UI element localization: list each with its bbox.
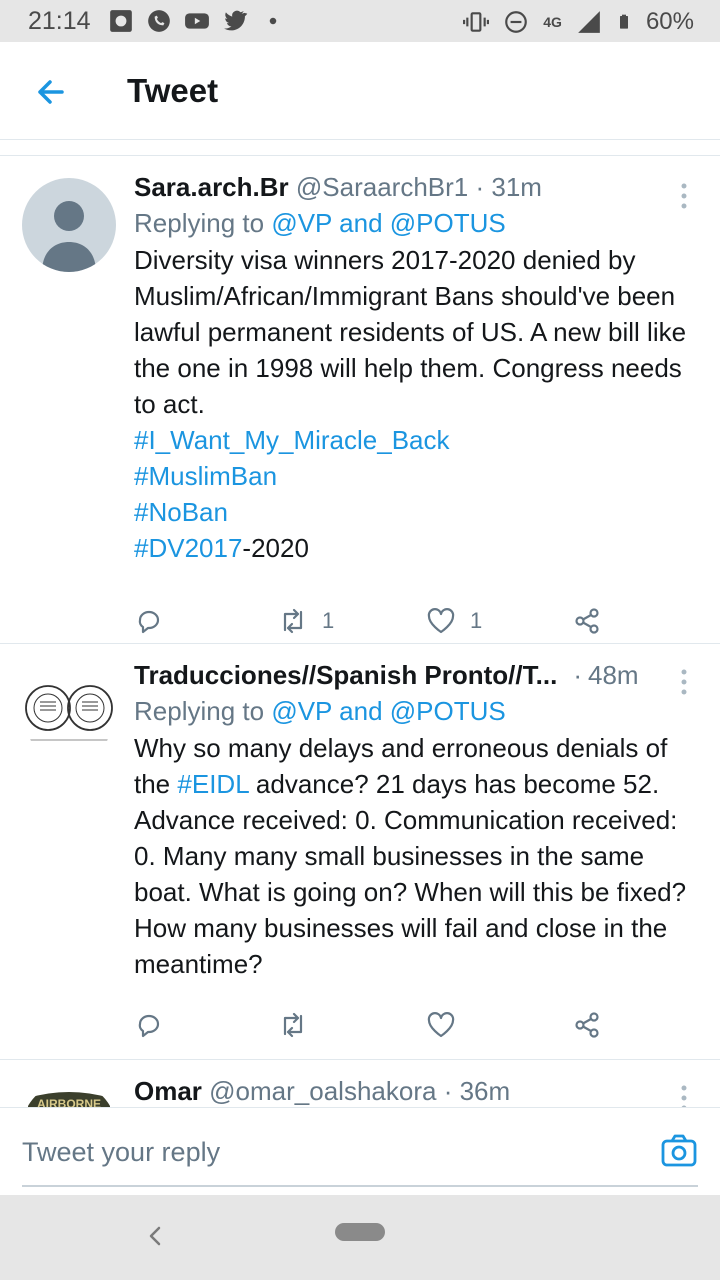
more-options-icon[interactable] bbox=[672, 178, 696, 214]
reply-underline bbox=[22, 1185, 698, 1187]
feed-spacer bbox=[0, 140, 720, 156]
replying-and: and bbox=[339, 696, 383, 726]
author-name[interactable]: Omar bbox=[134, 1076, 202, 1106]
reply-composer bbox=[0, 1107, 720, 1195]
hashtag-link[interactable]: #MuslimBan bbox=[134, 461, 277, 491]
more-options-icon[interactable] bbox=[672, 1080, 696, 1107]
nav-back-chevron-icon[interactable] bbox=[140, 1221, 170, 1251]
avatar[interactable]: AIRBORNE bbox=[22, 1082, 116, 1107]
retweet-button[interactable] bbox=[278, 1010, 322, 1040]
system-icons: 4G 60% bbox=[463, 8, 694, 36]
meta-separator: · bbox=[443, 1076, 453, 1106]
author-handle[interactable]: @SaraarchBr1 bbox=[296, 172, 468, 202]
tweet-body: Diversity visa winners 2017-2020 denied … bbox=[134, 242, 700, 566]
tweet-time: 31m bbox=[491, 172, 542, 202]
replying-prefix: Replying to bbox=[134, 208, 265, 238]
like-button[interactable]: 1 bbox=[426, 606, 482, 636]
airborne-patch-text: AIRBORNE bbox=[37, 1097, 101, 1107]
share-icon bbox=[575, 608, 599, 634]
battery-icon bbox=[619, 14, 628, 29]
more-options-icon[interactable] bbox=[672, 664, 696, 700]
replying-to: Replying to @VP and @POTUS bbox=[134, 692, 700, 730]
avatar[interactable] bbox=[22, 666, 116, 760]
tweet-actions: 1 1 bbox=[134, 606, 700, 646]
back-arrow-icon[interactable] bbox=[28, 70, 72, 114]
heart-icon bbox=[427, 608, 455, 634]
retweet-button[interactable]: 1 bbox=[278, 606, 334, 636]
tweet-actions bbox=[134, 1010, 700, 1050]
retweet-icon bbox=[283, 608, 303, 634]
heart-icon bbox=[427, 1012, 455, 1038]
hashtag-suffix: -2020 bbox=[242, 533, 309, 563]
battery-percent: 60% bbox=[645, 8, 694, 35]
meta-separator: · bbox=[573, 660, 582, 690]
replying-to: Replying to @VP and @POTUS bbox=[134, 204, 700, 242]
tweet-item[interactable]: Sara.arch.Br @SaraarchBr1 · 31m Replying… bbox=[0, 156, 720, 644]
meta-separator: · bbox=[475, 172, 485, 202]
tweet-item[interactable]: AIRBORNE Omar @omar_oalshakora · 36m bbox=[0, 1060, 720, 1107]
hashtag-link[interactable]: #NoBan bbox=[134, 497, 228, 527]
twitter-bird-icon bbox=[223, 10, 248, 31]
default-avatar-icon bbox=[42, 201, 96, 272]
system-nav-bar bbox=[0, 1195, 720, 1280]
vibrate-icon bbox=[463, 12, 490, 32]
app-header: Tweet bbox=[0, 42, 720, 140]
tweet-text: Diversity visa winners 2017-2020 denied … bbox=[134, 245, 687, 419]
share-button[interactable] bbox=[572, 606, 602, 636]
whatsapp-icon bbox=[148, 10, 170, 32]
gallery-notification-icon bbox=[110, 10, 132, 32]
reply-feed[interactable]: Sara.arch.Br @SaraarchBr1 · 31m Replying… bbox=[0, 140, 720, 1107]
like-button[interactable] bbox=[426, 1010, 470, 1040]
hashtag-link[interactable]: #I_Want_My_Miracle_Back bbox=[134, 425, 450, 455]
retweet-count: 1 bbox=[322, 608, 335, 633]
status-bar: 21:14 4G 60% bbox=[0, 0, 720, 42]
reply-button[interactable] bbox=[134, 1010, 164, 1040]
tweet-text-after: advance? 21 days has become 52. Advance … bbox=[134, 769, 687, 979]
replying-prefix: Replying to bbox=[134, 696, 265, 726]
author-name[interactable]: Sara.arch.Br bbox=[134, 172, 289, 202]
tweet-meta: Traducciones//Spanish Pronto//T... · 48m bbox=[134, 658, 700, 692]
youtube-icon bbox=[185, 13, 209, 29]
author-name[interactable]: Traducciones//Spanish Pronto//T... bbox=[134, 658, 557, 692]
tweet-item[interactable]: Traducciones//Spanish Pronto//T... · 48m… bbox=[0, 644, 720, 1060]
share-icon bbox=[575, 1012, 599, 1038]
tweet-body: Why so many delays and erroneous denials… bbox=[134, 730, 700, 982]
do-not-disturb-icon bbox=[505, 11, 528, 33]
hashtag-link[interactable]: #EIDL bbox=[177, 769, 248, 799]
tweet-meta: Sara.arch.Br @SaraarchBr1 · 31m bbox=[134, 170, 700, 204]
replying-and: and bbox=[339, 208, 383, 238]
retweet-icon bbox=[283, 1012, 303, 1038]
signal-icon bbox=[578, 11, 600, 33]
camera-icon[interactable] bbox=[660, 1132, 698, 1170]
reply-icon bbox=[138, 1014, 160, 1038]
reply-button[interactable] bbox=[134, 606, 164, 636]
airborne-patch-logo: AIRBORNE bbox=[28, 1092, 110, 1107]
notification-icons bbox=[108, 8, 286, 34]
home-pill-button[interactable] bbox=[335, 1223, 385, 1241]
avatar[interactable] bbox=[22, 178, 116, 272]
mention-link[interactable]: @POTUS bbox=[390, 696, 506, 726]
network-type: 4G bbox=[543, 14, 562, 30]
like-count: 1 bbox=[470, 608, 483, 633]
reply-icon bbox=[138, 610, 160, 634]
mention-link[interactable]: @POTUS bbox=[390, 208, 506, 238]
author-handle[interactable]: @omar_oalshakora bbox=[209, 1076, 436, 1106]
translator-seal-logo bbox=[25, 685, 113, 741]
tweet-time: 48m bbox=[587, 660, 639, 690]
hashtag-link[interactable]: #DV2017 bbox=[134, 533, 242, 563]
reply-input[interactable] bbox=[22, 1132, 622, 1172]
page-title: Tweet bbox=[127, 72, 219, 109]
mention-link[interactable]: @VP bbox=[271, 696, 332, 726]
more-notifications-dot-icon bbox=[269, 17, 277, 25]
mention-link[interactable]: @VP bbox=[271, 208, 332, 238]
tweet-time: 36m bbox=[459, 1076, 511, 1106]
share-button[interactable] bbox=[572, 1010, 602, 1040]
tweet-meta: Omar @omar_oalshakora · 36m bbox=[134, 1074, 700, 1107]
status-time: 21:14 bbox=[28, 7, 91, 35]
